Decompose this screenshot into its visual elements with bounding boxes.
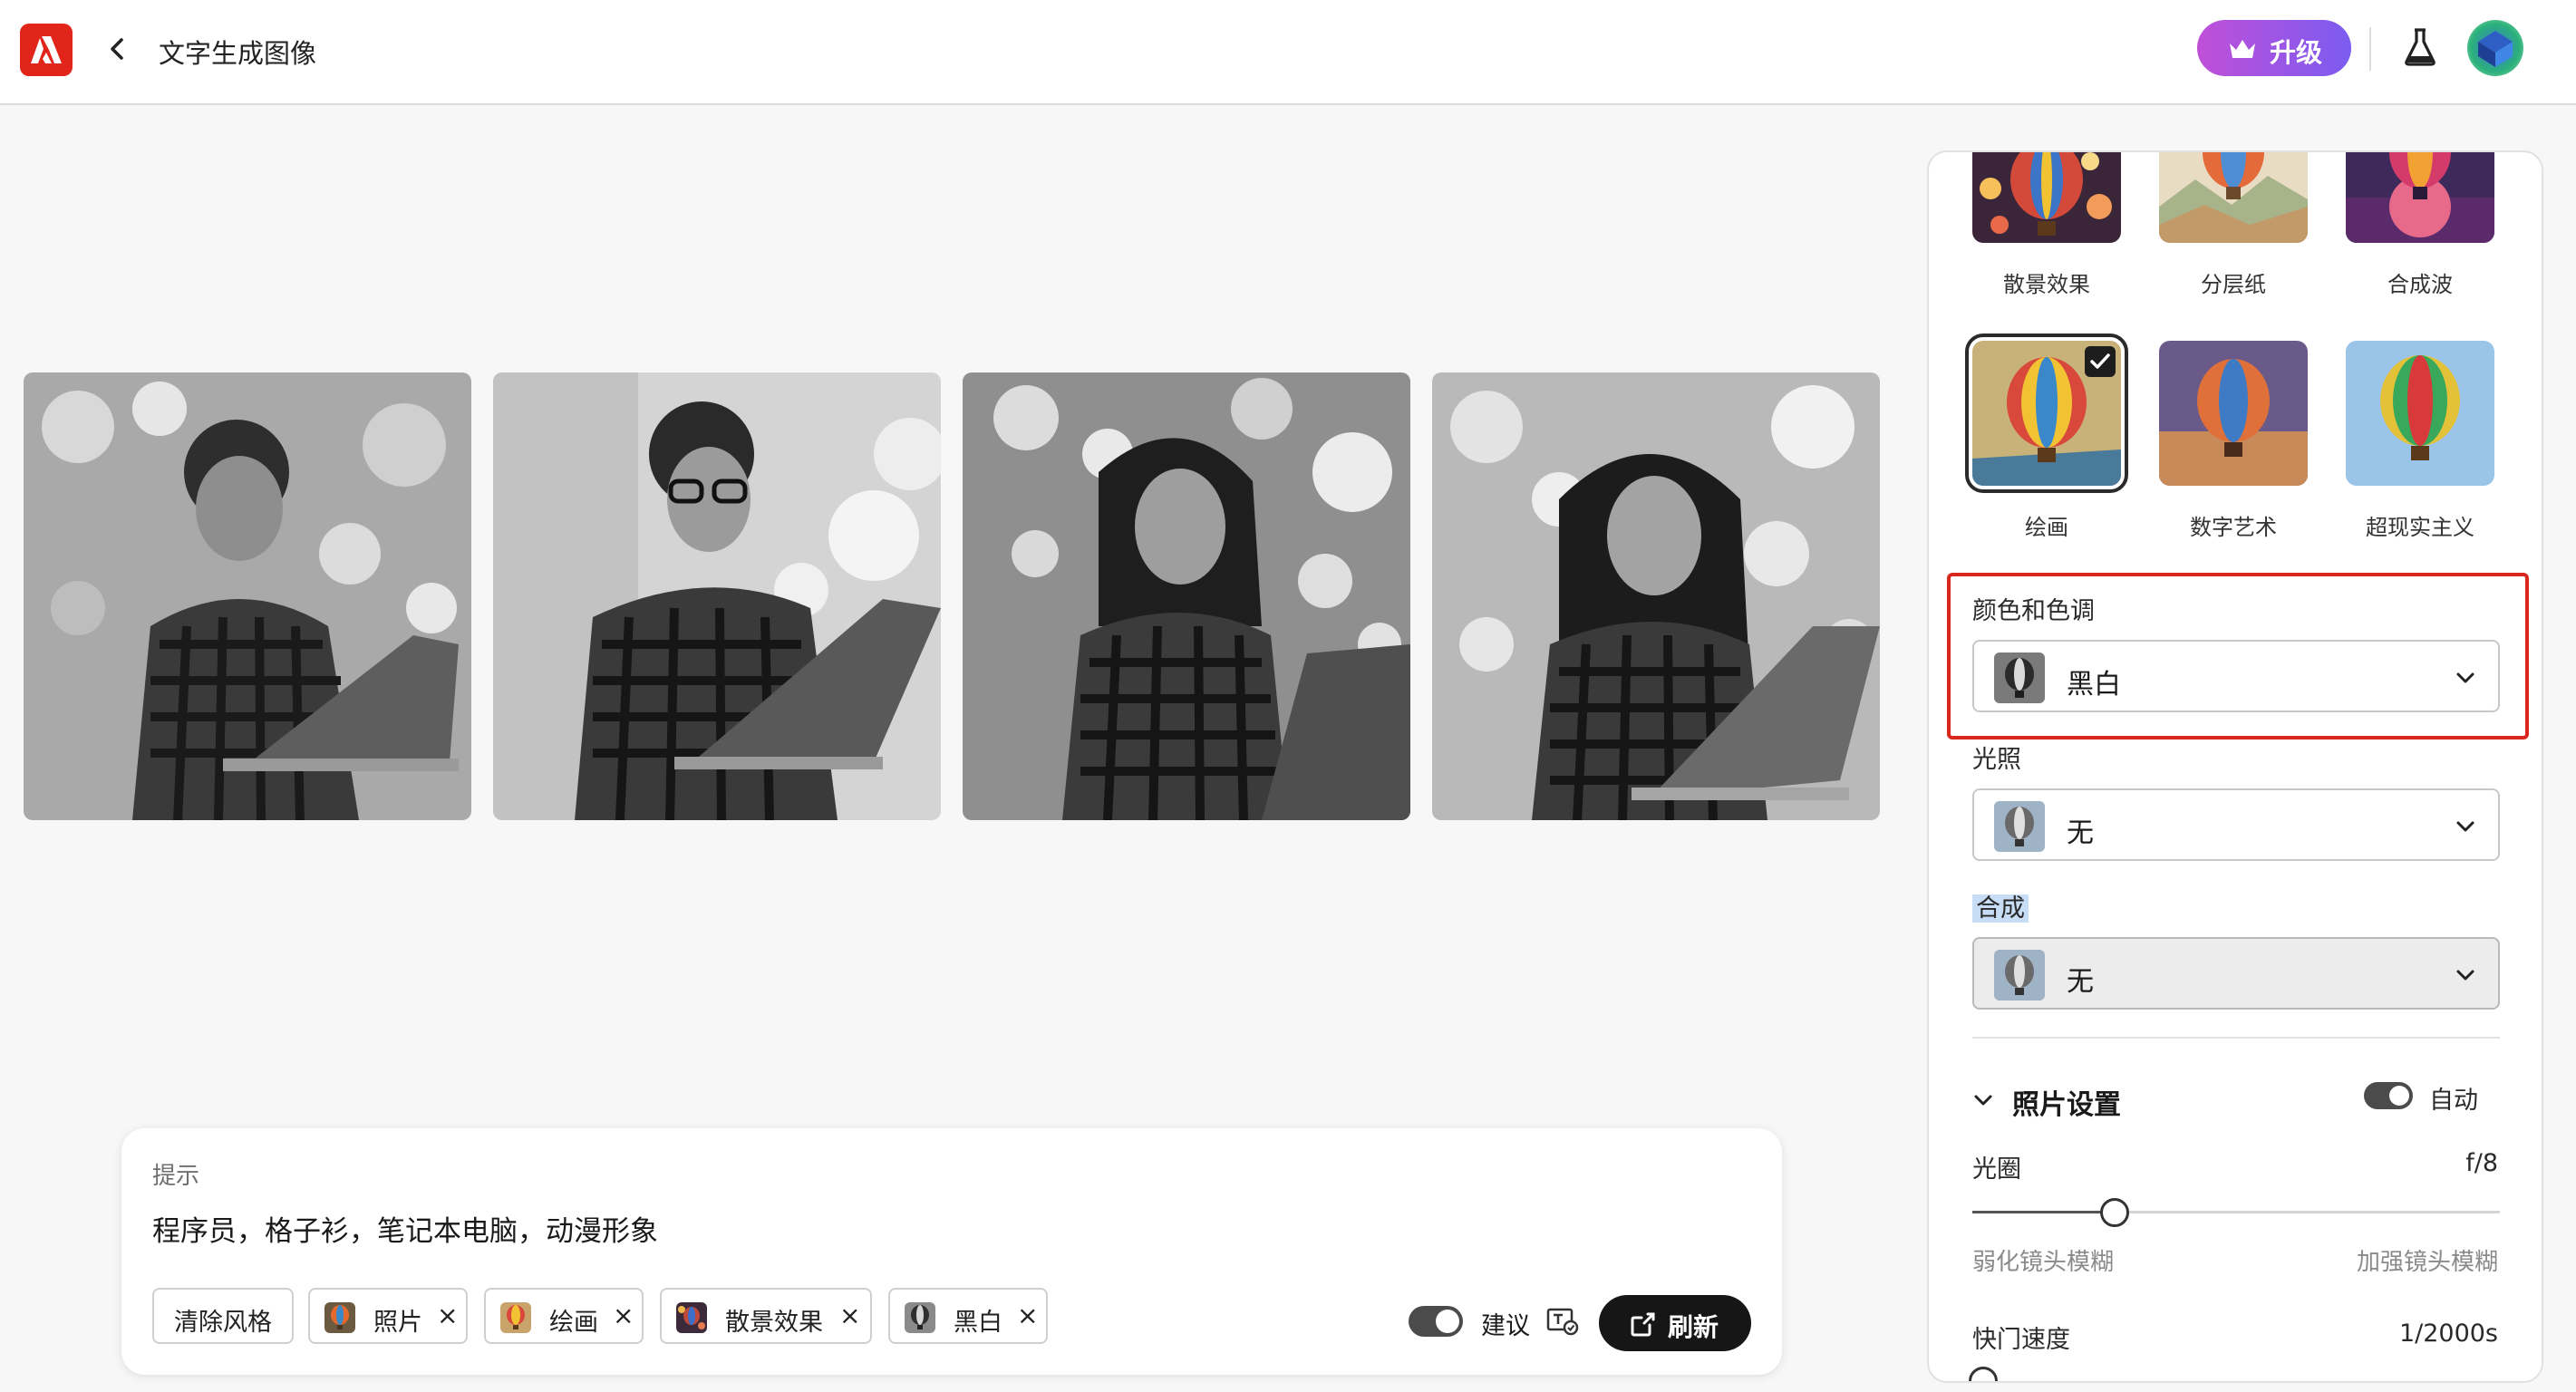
bokeh-thumbnail (1972, 152, 2121, 243)
black-white-thumbnail (1994, 652, 2045, 703)
chevron-down-icon (1974, 1095, 1992, 1106)
lighting-value: 无 (2067, 817, 2094, 849)
user-avatar[interactable] (2467, 20, 2523, 76)
composition-value: 无 (2067, 966, 2094, 998)
painting-thumbnail (1965, 334, 2128, 493)
suggest-toggle[interactable] (1409, 1306, 1463, 1337)
aperture-max-label: 加强镜头模糊 (2356, 1249, 2498, 1276)
prompt-label: 提示 (152, 1163, 200, 1190)
remove-icon[interactable]: × (1017, 1300, 1038, 1330)
effect-label: 散景效果 (2003, 272, 2090, 297)
color-tone-dropdown[interactable]: 黑白 (1972, 640, 2500, 712)
photo-settings-collapse[interactable]: 照片设置 (1972, 1080, 2208, 1121)
remove-icon[interactable]: × (839, 1300, 860, 1330)
page-title: 文字生成图像 (159, 38, 317, 69)
clear-styles-button[interactable]: 清除风格 (152, 1288, 294, 1344)
toggle-knob (2389, 1086, 2409, 1106)
upgrade-button[interactable]: 升级 (2197, 20, 2351, 76)
top-bar: 文字生成图像 升级 (0, 0, 2576, 105)
divider (2369, 27, 2371, 71)
suggestion-settings-icon[interactable] (1546, 1306, 1579, 1337)
surrealism-thumbnail (2346, 341, 2494, 486)
toggle-knob (1436, 1310, 1459, 1333)
effect-tile-synthwave[interactable]: 合成波 (2346, 152, 2494, 297)
chevron-down-icon (2456, 672, 2474, 683)
composition-label-text: 合成 (1972, 894, 2029, 923)
settings-panel: 散景效果 分层纸 合成波 绘画 数字艺术 超现实主义 颜色和色调 黑白 光照 无… (1927, 150, 2543, 1383)
upgrade-label: 升级 (2270, 37, 2323, 68)
effect-tile-digital-art[interactable]: 数字艺术 (2159, 341, 2308, 540)
slider-fill (1972, 1211, 2115, 1213)
aperture-slider[interactable] (1972, 1198, 2500, 1227)
photo-thumbnail (324, 1302, 355, 1333)
back-arrow-icon[interactable] (102, 33, 134, 65)
aperture-min-label: 弱化镜头模糊 (1972, 1249, 2115, 1276)
refresh-button[interactable]: 刷新 (1599, 1295, 1751, 1351)
adobe-logo[interactable] (20, 24, 73, 76)
layered-paper-thumbnail (2159, 152, 2308, 243)
prompt-input[interactable]: 程序员，格子衫，笔记本电脑，动漫形象 (152, 1208, 1693, 1249)
style-chip-painting: 绘画 × (484, 1288, 644, 1344)
shutter-speed-value: 1/2000s (2398, 1320, 2498, 1348)
lighting-dropdown[interactable]: 无 (1972, 788, 2500, 861)
style-chip-bokeh: 散景效果 × (660, 1288, 872, 1344)
balloon-thumbnail (1994, 801, 2045, 852)
chevron-down-icon (2456, 970, 2474, 981)
result-image-1[interactable] (24, 372, 471, 820)
chip-label: 照片 (373, 1309, 422, 1337)
result-image-4[interactable] (1432, 372, 1880, 820)
auto-label: 自动 (2429, 1087, 2478, 1115)
photo-settings-title: 照片设置 (2012, 1089, 2121, 1121)
color-tone-value: 黑白 (2067, 669, 2121, 701)
balloon-thumbnail (1994, 950, 2045, 1000)
effect-label: 绘画 (2025, 515, 2068, 540)
effect-label: 合成波 (2387, 272, 2453, 297)
synthwave-thumbnail (2346, 152, 2494, 243)
lighting-label: 光照 (1972, 746, 2021, 774)
effect-label: 超现实主义 (2366, 515, 2474, 540)
style-chip-photo: 照片 × (308, 1288, 468, 1344)
shutter-speed-label: 快门速度 (1972, 1326, 2070, 1354)
aperture-label: 光圈 (1972, 1155, 2021, 1184)
crown-icon (2230, 40, 2255, 58)
chip-label: 黑白 (954, 1309, 1002, 1337)
composition-label: 合成 (1972, 888, 2029, 923)
chip-label: 散景效果 (725, 1309, 823, 1337)
aperture-value: f/8 (2465, 1149, 2498, 1177)
color-tone-label: 颜色和色调 (1972, 597, 2095, 625)
remove-icon[interactable]: × (613, 1300, 634, 1330)
prompt-panel: 提示 程序员，格子衫，笔记本电脑，动漫形象 清除风格 照片 × 绘画 × 散景效… (121, 1128, 1782, 1375)
shutter-slider-thumb[interactable] (1969, 1367, 1998, 1381)
bokeh-thumbnail (676, 1302, 707, 1333)
suggest-label: 建议 (1481, 1312, 1530, 1340)
effect-tile-layered-paper[interactable]: 分层纸 (2159, 152, 2308, 297)
digital-art-thumbnail (2159, 341, 2308, 486)
effect-tile-surrealism[interactable]: 超现实主义 (2346, 341, 2494, 540)
refresh-label: 刷新 (1668, 1312, 1719, 1342)
effect-label: 数字艺术 (2190, 515, 2277, 540)
selected-check-icon (2085, 346, 2116, 377)
style-chip-black-white: 黑白 × (888, 1288, 1048, 1344)
divider (1972, 1037, 2500, 1039)
black-white-thumbnail (905, 1302, 935, 1333)
effect-tile-bokeh[interactable]: 散景效果 (1972, 152, 2121, 297)
chevron-down-icon (2456, 821, 2474, 832)
composition-dropdown[interactable]: 无 (1972, 937, 2500, 1010)
flask-icon[interactable] (2402, 27, 2438, 67)
result-image-3[interactable] (963, 372, 1410, 820)
effect-tile-painting[interactable]: 绘画 (1965, 334, 2128, 540)
chip-label: 绘画 (549, 1309, 598, 1337)
auto-toggle[interactable] (2364, 1082, 2413, 1109)
painting-thumbnail (500, 1302, 531, 1333)
remove-icon[interactable]: × (437, 1300, 458, 1330)
aperture-slider-thumb[interactable] (2100, 1198, 2129, 1227)
effect-label: 分层纸 (2201, 272, 2266, 297)
clear-styles-label: 清除风格 (174, 1309, 272, 1337)
refresh-icon (1631, 1312, 1655, 1337)
result-image-2[interactable] (493, 372, 941, 820)
